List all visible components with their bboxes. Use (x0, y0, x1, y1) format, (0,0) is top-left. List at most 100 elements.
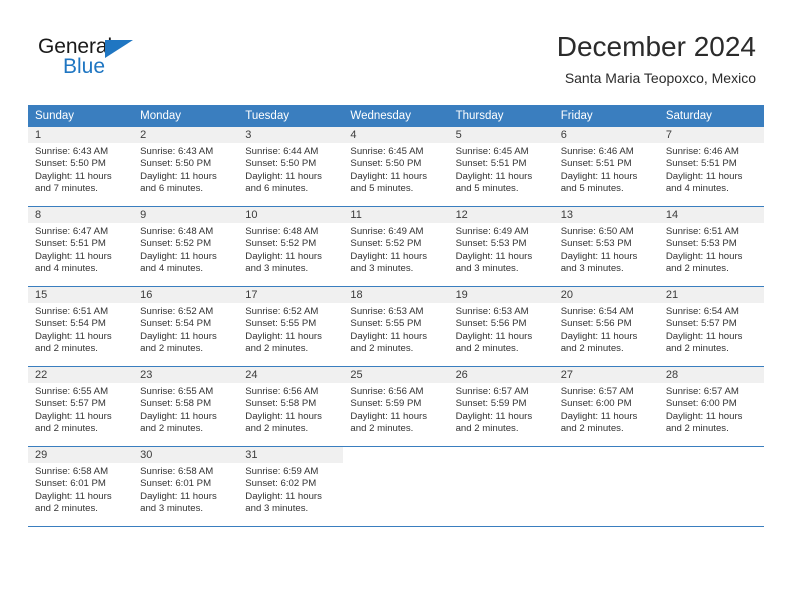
day-cell-5[interactable]: 5 Sunrise: 6:45 AM Sunset: 5:51 PM Daylight… (448, 127, 554, 207)
daylight-text-line2: and 2 minutes. (245, 342, 309, 354)
daylight-text-line2: and 2 minutes. (560, 342, 624, 354)
daylight-text-line2: and 3 minutes. (455, 262, 519, 274)
day-cell-content: 10 Sunrise: 6:48 AM Sunset: 5:52 PM Dayligh… (238, 207, 344, 286)
day-cell-26[interactable]: 26 Sunrise: 6:57 AM Sunset: 5:59 PM Dayligh… (448, 366, 554, 447)
sunset-text: Sunset: 5:50 PM (350, 158, 422, 170)
day-cell-7[interactable]: 7 Sunrise: 6:46 AM Sunset: 5:51 PM Daylight… (658, 127, 764, 207)
day-number-band: 12 (448, 207, 554, 223)
daylight-text-line2: and 3 minutes. (140, 502, 204, 514)
day-number-band: 25 (343, 367, 449, 383)
day-cell-17[interactable]: 17 Sunrise: 6:52 AM Sunset: 5:55 PM Dayligh… (238, 286, 344, 367)
day-cell-2[interactable]: 2 Sunrise: 6:43 AM Sunset: 5:50 PM Daylight… (133, 127, 239, 207)
day-number: 15 (35, 289, 48, 301)
day-number-band: 31 (238, 447, 344, 463)
day-cell-4[interactable]: 4 Sunrise: 6:45 AM Sunset: 5:50 PM Daylight… (343, 127, 449, 207)
weekday-header-saturday: Saturday (658, 105, 764, 127)
day-info: Sunrise: 6:48 AM Sunset: 5:52 PM Daylight:… (238, 223, 343, 275)
day-cell-19[interactable]: 19 Sunrise: 6:53 AM Sunset: 5:56 PM Dayligh… (448, 286, 554, 367)
day-cell-content: 30 Sunrise: 6:58 AM Sunset: 6:01 PM Dayligh… (133, 447, 239, 526)
day-number: 18 (350, 289, 363, 301)
day-cell-25[interactable]: 25 Sunrise: 6:56 AM Sunset: 5:59 PM Dayligh… (343, 366, 449, 447)
empty-placeholder (343, 447, 449, 526)
daylight-text-line1: Daylight: 11 hours (140, 330, 217, 342)
day-cell-content: 9 Sunrise: 6:48 AM Sunset: 5:52 PM Daylight… (133, 207, 239, 286)
sunset-text: Sunset: 5:55 PM (350, 318, 422, 330)
day-number-band: 27 (553, 367, 659, 383)
title-block: December 2024 Santa Maria Teopoxco, Mexi… (557, 30, 756, 87)
day-info: Sunrise: 6:58 AM Sunset: 6:01 PM Daylight:… (133, 463, 238, 515)
day-number: 5 (455, 129, 462, 141)
day-cell-content: 12 Sunrise: 6:49 AM Sunset: 5:53 PM Dayligh… (448, 207, 554, 286)
day-cell-27[interactable]: 27 Sunrise: 6:57 AM Sunset: 6:00 PM Dayligh… (553, 366, 659, 447)
day-cell-content: 15 Sunrise: 6:51 AM Sunset: 5:54 PM Dayligh… (28, 287, 134, 366)
day-info: Sunrise: 6:52 AM Sunset: 5:54 PM Daylight:… (133, 303, 238, 355)
day-cell-16[interactable]: 16 Sunrise: 6:52 AM Sunset: 5:54 PM Dayligh… (133, 286, 239, 367)
day-cell-empty (343, 446, 449, 527)
day-cell-30[interactable]: 30 Sunrise: 6:58 AM Sunset: 6:01 PM Dayligh… (133, 446, 239, 527)
day-cell-3[interactable]: 3 Sunrise: 6:44 AM Sunset: 5:50 PM Daylight… (238, 127, 344, 207)
day-cell-6[interactable]: 6 Sunrise: 6:46 AM Sunset: 5:51 PM Daylight… (553, 127, 659, 207)
day-cell-content: 1 Sunrise: 6:43 AM Sunset: 5:50 PM Daylight… (28, 127, 134, 206)
day-number: 22 (35, 369, 48, 381)
weekday-header-wednesday: Wednesday (343, 105, 449, 127)
daylight-text-line2: and 6 minutes. (140, 182, 204, 194)
sunrise-text: Sunrise: 6:50 AM (560, 226, 634, 237)
day-cell-28[interactable]: 28 Sunrise: 6:57 AM Sunset: 6:00 PM Dayligh… (658, 366, 764, 447)
day-cell-14[interactable]: 14 Sunrise: 6:51 AM Sunset: 5:53 PM Dayligh… (658, 206, 764, 287)
weekday-header-monday: Monday (133, 105, 239, 127)
day-cell-15[interactable]: 15 Sunrise: 6:51 AM Sunset: 5:54 PM Dayligh… (28, 286, 134, 367)
day-number-band: 4 (343, 127, 449, 143)
day-cell-8[interactable]: 8 Sunrise: 6:47 AM Sunset: 5:51 PM Daylight… (28, 206, 134, 287)
daylight-text-line1: Daylight: 11 hours (560, 170, 638, 182)
day-cell-20[interactable]: 20 Sunrise: 6:54 AM Sunset: 5:56 PM Dayligh… (553, 286, 659, 367)
daylight-text-line1: Daylight: 11 hours (560, 250, 638, 262)
daylight-text-line1: Daylight: 11 hours (245, 490, 322, 502)
day-info: Sunrise: 6:55 AM Sunset: 5:58 PM Daylight:… (133, 383, 238, 435)
daylight-text-line2: and 2 minutes. (140, 342, 204, 354)
day-cell-22[interactable]: 22 Sunrise: 6:55 AM Sunset: 5:57 PM Dayligh… (28, 366, 134, 447)
day-number: 25 (350, 369, 363, 381)
sunset-text: Sunset: 5:59 PM (455, 398, 527, 410)
sunrise-text: Sunrise: 6:58 AM (140, 466, 214, 477)
daylight-text-line2: and 2 minutes. (245, 422, 309, 434)
day-cell-12[interactable]: 12 Sunrise: 6:49 AM Sunset: 5:53 PM Dayligh… (448, 206, 554, 287)
day-number-band: 11 (343, 207, 449, 223)
day-cell-18[interactable]: 18 Sunrise: 6:53 AM Sunset: 5:55 PM Dayligh… (343, 286, 449, 367)
daylight-text-line1: Daylight: 11 hours (35, 410, 112, 422)
day-info: Sunrise: 6:45 AM Sunset: 5:51 PM Daylight:… (449, 143, 554, 195)
day-cell-content: 4 Sunrise: 6:45 AM Sunset: 5:50 PM Daylight… (343, 127, 449, 206)
sunrise-text: Sunrise: 6:49 AM (455, 226, 529, 237)
day-cell-24[interactable]: 24 Sunrise: 6:56 AM Sunset: 5:58 PM Dayligh… (238, 366, 344, 447)
sunrise-text: Sunrise: 6:46 AM (560, 146, 634, 157)
daylight-text-line1: Daylight: 11 hours (455, 410, 533, 422)
day-number: 31 (245, 449, 258, 461)
daylight-text-line1: Daylight: 11 hours (665, 330, 743, 342)
day-cell-content: 26 Sunrise: 6:57 AM Sunset: 5:59 PM Dayligh… (448, 367, 554, 446)
daylight-text-line2: and 2 minutes. (665, 262, 729, 274)
day-cell-23[interactable]: 23 Sunrise: 6:55 AM Sunset: 5:58 PM Dayligh… (133, 366, 239, 447)
day-cell-10[interactable]: 10 Sunrise: 6:48 AM Sunset: 5:52 PM Dayligh… (238, 206, 344, 287)
daylight-text-line1: Daylight: 11 hours (245, 170, 322, 182)
day-cell-1[interactable]: 1 Sunrise: 6:43 AM Sunset: 5:50 PM Daylight… (28, 127, 134, 207)
daylight-text-line2: and 2 minutes. (665, 342, 729, 354)
day-number-band: 5 (448, 127, 554, 143)
day-number-band: 23 (133, 367, 239, 383)
day-cell-13[interactable]: 13 Sunrise: 6:50 AM Sunset: 5:53 PM Dayligh… (553, 206, 659, 287)
sunrise-text: Sunrise: 6:52 AM (140, 306, 214, 317)
sunrise-text: Sunrise: 6:44 AM (245, 146, 319, 157)
day-cell-29[interactable]: 29 Sunrise: 6:58 AM Sunset: 6:01 PM Dayligh… (28, 446, 134, 527)
day-info: Sunrise: 6:46 AM Sunset: 5:51 PM Daylight:… (554, 143, 659, 195)
day-cell-content: 21 Sunrise: 6:54 AM Sunset: 5:57 PM Dayligh… (658, 287, 764, 366)
day-number-band: 9 (133, 207, 239, 223)
daylight-text-line1: Daylight: 11 hours (350, 330, 428, 342)
day-cell-content: 13 Sunrise: 6:50 AM Sunset: 5:53 PM Dayligh… (553, 207, 659, 286)
daylight-text-line2: and 5 minutes. (350, 182, 414, 194)
day-cell-21[interactable]: 21 Sunrise: 6:54 AM Sunset: 5:57 PM Dayligh… (658, 286, 764, 367)
day-cell-9[interactable]: 9 Sunrise: 6:48 AM Sunset: 5:52 PM Daylight… (133, 206, 239, 287)
day-info: Sunrise: 6:52 AM Sunset: 5:55 PM Daylight:… (238, 303, 343, 355)
day-number-band: 30 (133, 447, 239, 463)
daylight-text-line2: and 2 minutes. (665, 422, 729, 434)
sunset-text: Sunset: 5:51 PM (560, 158, 632, 170)
day-cell-31[interactable]: 31 Sunrise: 6:59 AM Sunset: 6:02 PM Dayligh… (238, 446, 344, 527)
day-cell-11[interactable]: 11 Sunrise: 6:49 AM Sunset: 5:52 PM Dayligh… (343, 206, 449, 287)
